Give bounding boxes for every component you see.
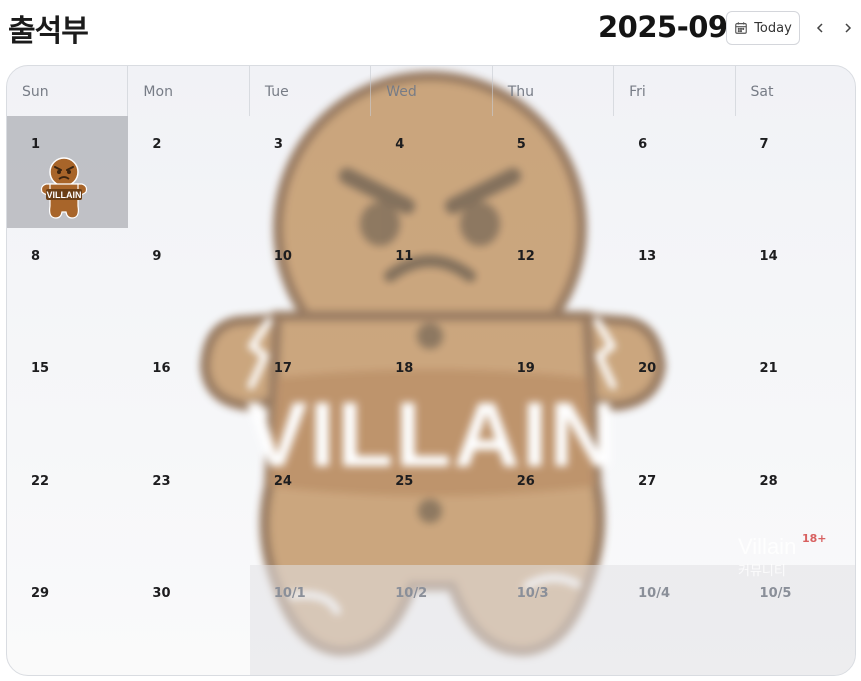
- today-label: Today: [754, 20, 792, 36]
- day-cell-next-month[interactable]: 10/5: [735, 564, 855, 675]
- day-number: 3: [273, 137, 283, 152]
- day-cell[interactable]: 29: [7, 565, 128, 675]
- day-number: 17: [273, 361, 292, 377]
- day-cell[interactable]: 5: [493, 116, 614, 228]
- day-number: 29: [31, 585, 50, 601]
- day-cell[interactable]: 9: [128, 228, 249, 340]
- day-cell[interactable]: 18: [371, 340, 492, 452]
- day-number: 30: [152, 585, 171, 601]
- calendar-grid: 1 VILLAIN 2 3 4 5 6 7 8 9 10 11 12 13 14…: [7, 116, 855, 675]
- weekday-tue: Tue: [250, 66, 372, 116]
- day-number: 14: [759, 249, 778, 265]
- day-cell[interactable]: 11: [371, 228, 492, 340]
- page-title: 출석부: [8, 14, 89, 49]
- day-cell[interactable]: 24: [250, 453, 371, 565]
- today-button[interactable]: Today: [726, 11, 800, 45]
- weekday-header-row: Sun Mon Tue Wed Thu Fri Sat: [7, 66, 855, 116]
- day-cell[interactable]: 10: [250, 228, 371, 340]
- day-number: 23: [152, 473, 171, 489]
- day-cell[interactable]: 16: [128, 340, 249, 452]
- day-cell[interactable]: 3: [250, 116, 371, 228]
- calendar-icon: [735, 22, 748, 34]
- day-number: 9: [152, 249, 162, 265]
- day-cell[interactable]: 26: [493, 453, 614, 565]
- prev-month-button[interactable]: [808, 14, 832, 42]
- gingerbread-stamp-icon: VILLAIN: [40, 157, 88, 219]
- day-cell[interactable]: 13: [614, 228, 735, 340]
- day-number: 2: [152, 137, 162, 152]
- day-cell[interactable]: 25: [371, 453, 492, 565]
- next-month-button[interactable]: [836, 14, 860, 42]
- weekday-sun: Sun: [7, 66, 129, 116]
- weekday-wed: Wed: [371, 66, 493, 116]
- day-number: 10/4: [638, 585, 670, 601]
- day-cell[interactable]: 6: [614, 116, 735, 228]
- weekday-mon: Mon: [128, 66, 250, 116]
- day-number: 24: [273, 473, 292, 489]
- day-cell[interactable]: 20: [614, 340, 735, 452]
- day-cell-checked[interactable]: 1 VILLAIN: [7, 116, 129, 229]
- day-number: 20: [638, 361, 657, 377]
- day-cell[interactable]: 23: [128, 453, 249, 565]
- day-number: 10/3: [516, 585, 549, 601]
- day-number: 10/5: [759, 585, 792, 601]
- day-number: 1: [31, 137, 41, 152]
- day-cell[interactable]: 21: [736, 340, 855, 452]
- day-number: 22: [31, 473, 50, 489]
- day-number: 15: [31, 361, 50, 377]
- day-cell[interactable]: 4: [371, 116, 492, 228]
- chevron-left-icon: [816, 23, 823, 33]
- chevron-right-icon: [845, 23, 852, 33]
- day-number: 10/1: [273, 585, 306, 601]
- day-number: 12: [516, 249, 535, 265]
- calendar: VILLAIN Sun Mon Tue Wed Thu Fri Sat 1 VI…: [6, 65, 856, 676]
- day-cell[interactable]: 12: [493, 228, 614, 340]
- day-number: 28: [759, 473, 778, 489]
- day-cell-next-month[interactable]: 10/4: [614, 564, 736, 675]
- day-number: 27: [638, 473, 657, 489]
- stamp-text: VILLAIN: [47, 190, 82, 200]
- day-cell-next-month[interactable]: 10/2: [371, 564, 493, 675]
- day-cell[interactable]: 17: [250, 340, 371, 452]
- day-number: 11: [395, 249, 414, 265]
- day-cell[interactable]: 30: [128, 565, 249, 675]
- month-label: 2025-09: [598, 10, 728, 44]
- day-number: 13: [638, 249, 657, 265]
- day-cell-next-month[interactable]: 10/1: [249, 564, 372, 675]
- day-cell[interactable]: 22: [7, 453, 128, 565]
- day-cell[interactable]: 19: [493, 340, 614, 452]
- day-number: 7: [759, 137, 769, 152]
- day-number: 16: [152, 361, 171, 377]
- day-number: 25: [395, 473, 414, 489]
- day-cell-next-month[interactable]: 10/3: [492, 564, 615, 675]
- day-number: 19: [516, 361, 535, 377]
- day-number: 5: [516, 137, 526, 152]
- day-cell[interactable]: 7: [736, 116, 855, 228]
- day-number: 18: [395, 361, 414, 377]
- weekday-fri: Fri: [614, 66, 736, 116]
- day-number: 6: [638, 137, 648, 152]
- day-cell[interactable]: 15: [7, 340, 128, 452]
- day-number: 10: [273, 249, 292, 265]
- weekday-thu: Thu: [493, 66, 615, 116]
- day-number: 4: [395, 137, 405, 152]
- day-cell[interactable]: 8: [7, 228, 128, 340]
- day-number: 21: [759, 361, 778, 377]
- day-cell[interactable]: 14: [736, 228, 855, 340]
- day-number: 26: [516, 473, 535, 489]
- day-cell[interactable]: 2: [128, 116, 249, 228]
- day-cell[interactable]: 28: [736, 453, 855, 565]
- day-number: 8: [31, 249, 41, 265]
- header-bar: 출석부 2025-09 Today: [0, 0, 861, 58]
- day-number: 10/2: [395, 585, 428, 601]
- day-cell[interactable]: 27: [614, 453, 735, 565]
- weekday-sat: Sat: [750, 84, 774, 100]
